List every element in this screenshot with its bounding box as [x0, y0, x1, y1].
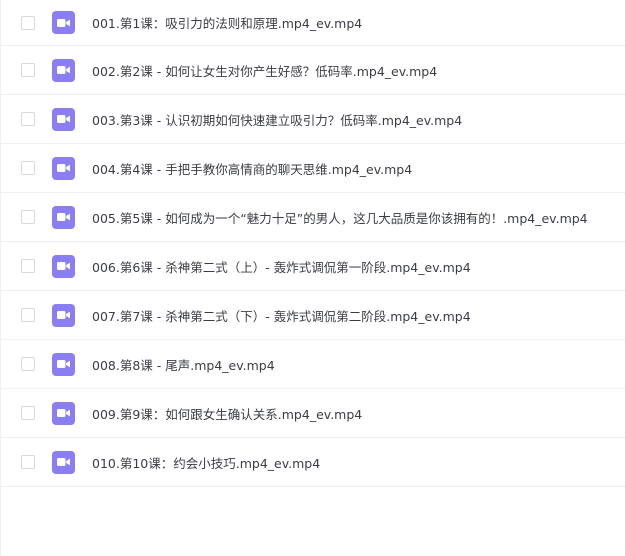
row-checkbox[interactable]	[21, 63, 35, 77]
video-file-icon	[52, 450, 75, 474]
row-checkbox[interactable]	[21, 161, 35, 175]
row-checkbox[interactable]	[21, 406, 35, 420]
video-file-icon	[52, 205, 75, 229]
file-row[interactable]: 005.第5课 - 如何成为一个“魅力十足”的男人，这几大品质是你该拥有的！.m…	[1, 193, 625, 242]
row-checkbox[interactable]	[21, 259, 35, 273]
row-checkbox[interactable]	[21, 357, 35, 371]
video-file-icon	[52, 156, 75, 180]
row-checkbox[interactable]	[21, 210, 35, 224]
video-file-icon	[52, 107, 75, 131]
file-row[interactable]: 010.第10课：约会小技巧.mp4_ev.mp4	[1, 438, 625, 487]
video-file-icon	[52, 303, 75, 327]
file-list: 001.第1课：吸引力的法则和原理.mp4_ev.mp4 002.第2课 - 如…	[1, 0, 625, 487]
file-name[interactable]: 003.第3课 - 认识初期如何快速建立吸引力？低码率.mp4_ev.mp4	[92, 110, 462, 129]
row-checkbox[interactable]	[21, 308, 35, 322]
video-file-icon	[52, 254, 75, 278]
video-file-icon	[52, 352, 75, 376]
file-row[interactable]: 001.第1课：吸引力的法则和原理.mp4_ev.mp4	[1, 0, 625, 46]
video-file-icon	[52, 401, 75, 425]
file-row[interactable]: 002.第2课 - 如何让女生对你产生好感？低码率.mp4_ev.mp4	[1, 46, 625, 95]
file-name[interactable]: 002.第2课 - 如何让女生对你产生好感？低码率.mp4_ev.mp4	[92, 61, 437, 80]
file-row[interactable]: 007.第7课 - 杀神第二式（下）- 轰炸式调侃第二阶段.mp4_ev.mp4	[1, 291, 625, 340]
file-name[interactable]: 009.第9课：如何跟女生确认关系.mp4_ev.mp4	[92, 404, 362, 423]
file-row[interactable]: 004.第4课 - 手把手教你高情商的聊天思维.mp4_ev.mp4	[1, 144, 625, 193]
file-row[interactable]: 008.第8课 - 尾声.mp4_ev.mp4	[1, 340, 625, 389]
file-name[interactable]: 005.第5课 - 如何成为一个“魅力十足”的男人，这几大品质是你该拥有的！.m…	[92, 208, 588, 227]
row-checkbox[interactable]	[21, 15, 35, 30]
video-file-icon	[52, 58, 75, 82]
file-name[interactable]: 006.第6课 - 杀神第二式（上）- 轰炸式调侃第一阶段.mp4_ev.mp4	[92, 257, 471, 276]
file-name[interactable]: 010.第10课：约会小技巧.mp4_ev.mp4	[92, 453, 320, 472]
file-row[interactable]: 009.第9课：如何跟女生确认关系.mp4_ev.mp4	[1, 389, 625, 438]
file-name[interactable]: 008.第8课 - 尾声.mp4_ev.mp4	[92, 355, 275, 374]
file-row[interactable]: 003.第3课 - 认识初期如何快速建立吸引力？低码率.mp4_ev.mp4	[1, 95, 625, 144]
row-checkbox[interactable]	[21, 455, 35, 469]
row-checkbox[interactable]	[21, 112, 35, 126]
file-name[interactable]: 007.第7课 - 杀神第二式（下）- 轰炸式调侃第二阶段.mp4_ev.mp4	[92, 306, 471, 325]
file-list-panel: 001.第1课：吸引力的法则和原理.mp4_ev.mp4 002.第2课 - 如…	[0, 0, 625, 556]
video-file-icon	[52, 11, 75, 34]
file-row[interactable]: 006.第6课 - 杀神第二式（上）- 轰炸式调侃第一阶段.mp4_ev.mp4	[1, 242, 625, 291]
file-name[interactable]: 001.第1课：吸引力的法则和原理.mp4_ev.mp4	[92, 13, 362, 32]
file-name[interactable]: 004.第4课 - 手把手教你高情商的聊天思维.mp4_ev.mp4	[92, 159, 412, 178]
